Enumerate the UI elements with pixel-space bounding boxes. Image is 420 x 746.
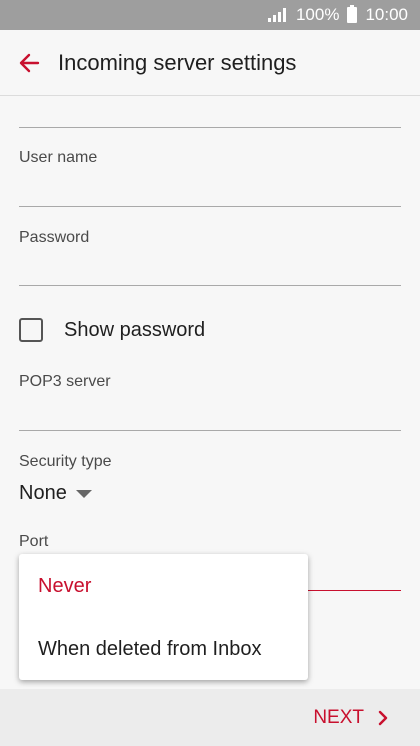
username-underline <box>19 206 401 207</box>
field-underline <box>19 127 401 128</box>
next-label: NEXT <box>313 706 364 728</box>
password-field[interactable] <box>19 254 401 286</box>
menu-item-when-deleted-from-inbox[interactable]: When deleted from Inbox <box>38 638 261 661</box>
battery-percent: 100% <box>295 5 340 24</box>
app-bar: Incoming server settings <box>0 30 420 96</box>
password-underline <box>19 285 401 286</box>
username-field[interactable] <box>19 174 401 206</box>
show-password-checkbox[interactable] <box>19 318 43 342</box>
show-password-label: Show password <box>64 318 206 341</box>
dropdown-arrow-icon <box>75 489 92 498</box>
security-type-select[interactable]: None <box>19 482 92 505</box>
pop3-server-field[interactable] <box>19 398 401 430</box>
bottom-bar: NEXT <box>0 689 420 746</box>
port-label: Port <box>19 533 49 550</box>
security-type-value: None <box>19 482 67 504</box>
dropdown-menu: Never When deleted from Inbox <box>19 554 308 680</box>
pop3-server-label: POP3 server <box>19 373 111 390</box>
show-password-row[interactable]: Show password <box>19 318 205 342</box>
security-type-label: Security type <box>19 453 112 470</box>
arrow-left-icon[interactable] <box>0 30 58 96</box>
pop3-server-underline <box>19 430 401 431</box>
password-label: Password <box>19 229 90 246</box>
menu-item-never[interactable]: Never <box>38 575 91 598</box>
status-bar: 100% 10:00 <box>0 0 420 30</box>
signal-icon <box>267 8 286 22</box>
page-title: Incoming server settings <box>58 49 297 75</box>
status-time: 10:00 <box>365 5 408 24</box>
username-label: User name <box>19 149 98 166</box>
chevron-right-icon <box>378 710 388 725</box>
battery-icon <box>347 5 358 23</box>
next-button[interactable]: NEXT <box>313 707 388 729</box>
